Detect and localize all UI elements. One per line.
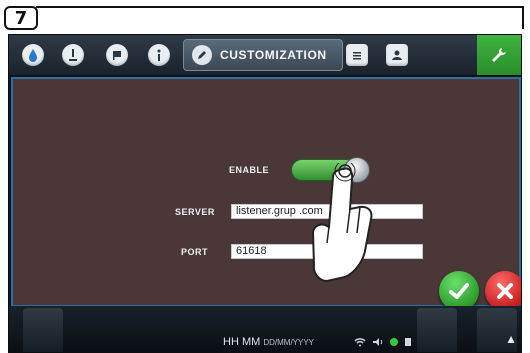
flag-icon bbox=[106, 44, 128, 66]
time-text: HH MM bbox=[223, 336, 261, 348]
wrench-icon bbox=[492, 48, 506, 62]
instruction-page: 7 CUSTOMIZATION ENABLE SERVER listener.g… bbox=[0, 0, 530, 353]
confirm-button[interactable] bbox=[439, 271, 479, 311]
server-field[interactable]: listener.grup .com bbox=[231, 204, 423, 219]
list-icon bbox=[346, 44, 368, 66]
device-screen: CUSTOMIZATION ENABLE SERVER listener.gru… bbox=[8, 34, 522, 353]
close-icon bbox=[497, 283, 513, 299]
wifi-icon bbox=[354, 338, 366, 347]
product-image bbox=[23, 308, 63, 352]
bottom-status-bar: HH MM DD/MM/YYYY ▲ bbox=[9, 306, 521, 352]
battery-icon bbox=[405, 338, 411, 346]
toggle-knob[interactable] bbox=[344, 157, 370, 183]
drop-icon bbox=[22, 44, 44, 66]
tab-info[interactable] bbox=[145, 41, 173, 69]
info-icon bbox=[148, 44, 170, 66]
status-icons bbox=[354, 337, 412, 347]
tab-drop[interactable] bbox=[19, 41, 47, 69]
tab-flag[interactable] bbox=[103, 41, 131, 69]
tab-list[interactable] bbox=[343, 41, 371, 69]
port-field[interactable]: 61618 bbox=[231, 244, 423, 259]
enable-label: ENABLE bbox=[229, 165, 270, 175]
tab-temperature[interactable] bbox=[59, 41, 87, 69]
status-indicator-icon bbox=[390, 338, 398, 346]
settings-tab[interactable] bbox=[477, 35, 521, 75]
user-icon bbox=[386, 44, 408, 66]
enable-toggle[interactable] bbox=[291, 157, 370, 183]
top-navigation-bar: CUSTOMIZATION bbox=[9, 35, 521, 76]
tab-customization[interactable]: CUSTOMIZATION bbox=[183, 39, 343, 71]
product-image bbox=[417, 308, 457, 352]
pencil-icon bbox=[192, 45, 212, 65]
customization-panel: ENABLE SERVER listener.grup .com PORT 61… bbox=[11, 77, 521, 307]
server-label: SERVER bbox=[175, 207, 215, 217]
cancel-button[interactable] bbox=[485, 271, 521, 311]
step-number-badge: 7 bbox=[4, 6, 38, 30]
check-icon bbox=[449, 283, 469, 299]
date-text: DD/MM/YYYY bbox=[263, 338, 315, 347]
tab-customization-label: CUSTOMIZATION bbox=[220, 48, 327, 62]
step-header-rule bbox=[36, 6, 524, 29]
speaker-icon bbox=[373, 338, 383, 346]
tab-user[interactable] bbox=[383, 41, 411, 69]
thermometer-icon bbox=[62, 44, 84, 66]
port-label: PORT bbox=[181, 247, 209, 257]
pointing-hand-icon bbox=[311, 163, 373, 283]
chevron-up-icon[interactable]: ▲ bbox=[505, 332, 517, 346]
clock-display: HH MM DD/MM/YYYY bbox=[223, 336, 314, 348]
